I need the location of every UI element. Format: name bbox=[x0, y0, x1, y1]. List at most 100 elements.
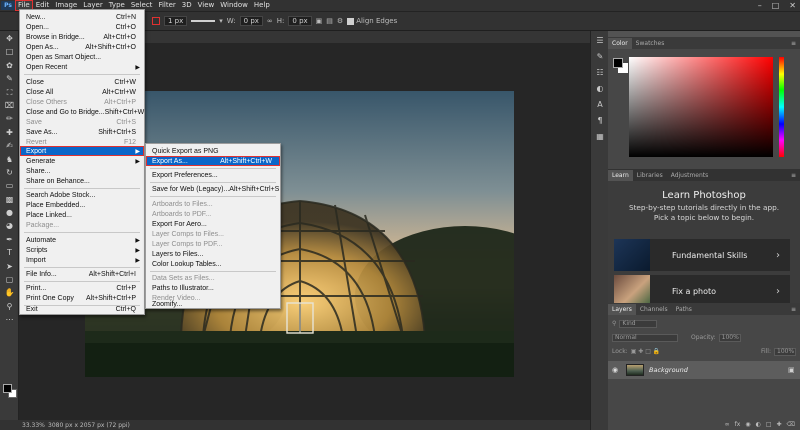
menu-item-browse-in-bridge[interactable]: Browse in Bridge... Alt+Ctrl+O bbox=[20, 32, 144, 42]
menu-item-search-adobe-stock[interactable]: Search Adobe Stock... bbox=[20, 190, 144, 200]
height-field[interactable]: 0 px bbox=[288, 16, 312, 26]
menu-item-artboards-to-files[interactable]: Artboards to Files... bbox=[146, 199, 280, 209]
eyedropper-tool-icon[interactable]: ✏ bbox=[3, 113, 16, 124]
color-foreground-swatch[interactable] bbox=[613, 58, 623, 68]
tab-swatches[interactable]: Swatches bbox=[632, 38, 669, 49]
minimize-icon[interactable]: – bbox=[758, 1, 762, 10]
marquee-tool-icon[interactable]: □ bbox=[3, 46, 16, 57]
eraser-tool-icon[interactable]: ▭ bbox=[3, 180, 16, 191]
menu-item-print-one-copy[interactable]: Print One Copy Alt+Shift+Ctrl+P bbox=[20, 293, 144, 303]
dodge-tool-icon[interactable]: ◕ bbox=[3, 220, 16, 231]
zoom-level[interactable]: 33.33% bbox=[0, 422, 48, 429]
close-icon[interactable]: ✕ bbox=[789, 1, 796, 10]
menu-item-save-for-web[interactable]: Save for Web (Legacy)... Alt+Shift+Ctrl+S bbox=[146, 184, 280, 194]
new-layer-icon[interactable]: ✚ bbox=[776, 421, 781, 430]
menu-item-import[interactable]: Import ▶ bbox=[20, 255, 144, 265]
color-picker-field[interactable] bbox=[629, 57, 773, 157]
learn-card-fundamental-skills[interactable]: Fundamental Skills › bbox=[614, 239, 790, 271]
menu-item-export-preferences[interactable]: Export Preferences... bbox=[146, 170, 280, 180]
menu-item-close-all[interactable]: Close All Alt+Ctrl+W bbox=[20, 87, 144, 97]
link-icon[interactable]: ∞ bbox=[267, 17, 273, 25]
menu-item-generate[interactable]: Generate ▶ bbox=[20, 156, 144, 166]
brush-tool-icon[interactable]: ✍ bbox=[3, 140, 16, 151]
menu-item-quick-export-png[interactable]: Quick Export as PNG bbox=[146, 146, 280, 156]
menu-item-package[interactable]: Package... bbox=[20, 220, 144, 230]
menu-item-share[interactable]: Share... bbox=[20, 166, 144, 176]
stroke-width-field[interactable]: 1 px bbox=[164, 16, 188, 26]
tab-learn[interactable]: Learn bbox=[608, 170, 633, 181]
blend-mode-select[interactable]: Normal bbox=[612, 333, 678, 342]
hand-tool-icon[interactable]: ✋ bbox=[3, 287, 16, 298]
maximize-icon[interactable]: □ bbox=[772, 1, 780, 10]
lock-options-icon[interactable]: ▣ ✚ □ 🔒 bbox=[631, 348, 661, 355]
stroke-type-selector[interactable] bbox=[191, 20, 216, 22]
menu-item-place-embedded[interactable]: Place Embedded... bbox=[20, 200, 144, 210]
gear-icon[interactable]: ⚙ bbox=[337, 17, 343, 25]
opacity-field[interactable]: 100% bbox=[718, 333, 741, 342]
group-icon[interactable]: □ bbox=[766, 421, 772, 430]
path-operations-icon[interactable]: ▣ bbox=[316, 17, 323, 25]
more-tools-icon[interactable]: ⋯ bbox=[3, 314, 16, 325]
fx-icon[interactable]: fx bbox=[735, 421, 741, 430]
path-alignment-icon[interactable]: ▤ bbox=[326, 17, 333, 25]
menu-item-save[interactable]: Save Ctrl+S bbox=[20, 117, 144, 127]
stroke-color-swatch[interactable] bbox=[152, 17, 160, 25]
layer-row-background[interactable]: ◉ Background ▣ bbox=[608, 361, 800, 379]
clone-stamp-tool-icon[interactable]: ♞ bbox=[3, 154, 16, 165]
mask-icon[interactable]: ◉ bbox=[745, 421, 750, 430]
gradient-tool-icon[interactable]: ▩ bbox=[3, 194, 16, 205]
menu-item-color-lookup-tables[interactable]: Color Lookup Tables... bbox=[146, 259, 280, 269]
menu-item-close-go-bridge[interactable]: Close and Go to Bridge... Shift+Ctrl+W bbox=[20, 107, 144, 117]
tab-paths[interactable]: Paths bbox=[672, 304, 696, 315]
character-icon[interactable]: A bbox=[595, 100, 605, 110]
tab-layers[interactable]: Layers bbox=[608, 304, 636, 315]
move-tool-icon[interactable]: ✥ bbox=[3, 33, 16, 44]
width-field[interactable]: 0 px bbox=[239, 16, 263, 26]
foreground-background-colors[interactable] bbox=[3, 384, 17, 398]
rectangle-tool-icon[interactable]: ▢ bbox=[3, 274, 16, 285]
menu-item-data-sets-as-files[interactable]: Data Sets as Files... bbox=[146, 273, 280, 283]
brush-settings-icon[interactable]: ✎ bbox=[595, 52, 605, 62]
path-selection-tool-icon[interactable]: ➤ bbox=[3, 261, 16, 272]
paragraph-icon[interactable]: ¶ bbox=[595, 116, 605, 126]
menu-item-open-smart-object[interactable]: Open as Smart Object... bbox=[20, 52, 144, 62]
menu-item-paths-to-illustrator[interactable]: Paths to Illustrator... bbox=[146, 283, 280, 293]
menu-item-zoomify[interactable]: Zoomify... bbox=[146, 300, 280, 309]
lock-icon[interactable]: ▣ bbox=[788, 366, 800, 374]
frame-tool-icon[interactable]: ⌧ bbox=[3, 100, 16, 111]
link-layers-icon[interactable]: ∞ bbox=[725, 421, 730, 430]
menu-help[interactable]: Help bbox=[251, 0, 273, 11]
healing-brush-tool-icon[interactable]: ✚ bbox=[3, 127, 16, 138]
menu-item-export-as[interactable]: Export As... Alt+Shift+Ctrl+W bbox=[146, 156, 280, 166]
menu-view[interactable]: View bbox=[195, 0, 218, 11]
align-edges-checkbox[interactable]: Align Edges bbox=[347, 17, 397, 25]
menu-item-open[interactable]: Open... Ctrl+O bbox=[20, 22, 144, 32]
tab-libraries[interactable]: Libraries bbox=[633, 170, 667, 181]
tab-color[interactable]: Color bbox=[608, 38, 632, 49]
menu-item-print[interactable]: Print... Ctrl+P bbox=[20, 283, 144, 293]
tab-adjustments[interactable]: Adjustments bbox=[667, 170, 713, 181]
hue-slider[interactable] bbox=[779, 57, 784, 157]
menu-item-place-linked[interactable]: Place Linked... bbox=[20, 210, 144, 220]
panel-menu-icon[interactable]: ≡ bbox=[791, 170, 796, 181]
foreground-color-swatch[interactable] bbox=[3, 384, 12, 393]
panel-menu-icon[interactable]: ≡ bbox=[791, 38, 796, 49]
menu-window[interactable]: Window bbox=[217, 0, 251, 11]
menu-item-layer-comps-to-files[interactable]: Layer Comps to Files... bbox=[146, 229, 280, 239]
panel-menu-icon[interactable]: ≡ bbox=[791, 304, 796, 315]
history-icon[interactable]: ☰ bbox=[595, 36, 605, 46]
document-info[interactable]: 3080 px x 2057 px (72 ppi) bbox=[48, 422, 130, 429]
menu-item-open-recent[interactable]: Open Recent ▶ bbox=[20, 62, 144, 72]
menu-item-exit[interactable]: Exit Ctrl+Q bbox=[20, 304, 144, 314]
menu-item-close-others[interactable]: Close Others Alt+Ctrl+P bbox=[20, 97, 144, 107]
trash-icon[interactable]: ⌫ bbox=[787, 421, 795, 430]
history-brush-tool-icon[interactable]: ↻ bbox=[3, 167, 16, 178]
menu-item-share-behance[interactable]: Share on Behance... bbox=[20, 176, 144, 186]
lasso-tool-icon[interactable]: ✿ bbox=[3, 60, 16, 71]
menu-item-export-for-aero[interactable]: Export For Aero... bbox=[146, 219, 280, 229]
layer-name[interactable]: Background bbox=[649, 366, 788, 374]
menu-filter[interactable]: Filter bbox=[155, 0, 178, 11]
menu-item-new[interactable]: New... Ctrl+N bbox=[20, 12, 144, 22]
zoom-tool-icon[interactable]: ⚲ bbox=[3, 301, 16, 312]
menu-item-layers-to-files[interactable]: Layers to Files... bbox=[146, 249, 280, 259]
